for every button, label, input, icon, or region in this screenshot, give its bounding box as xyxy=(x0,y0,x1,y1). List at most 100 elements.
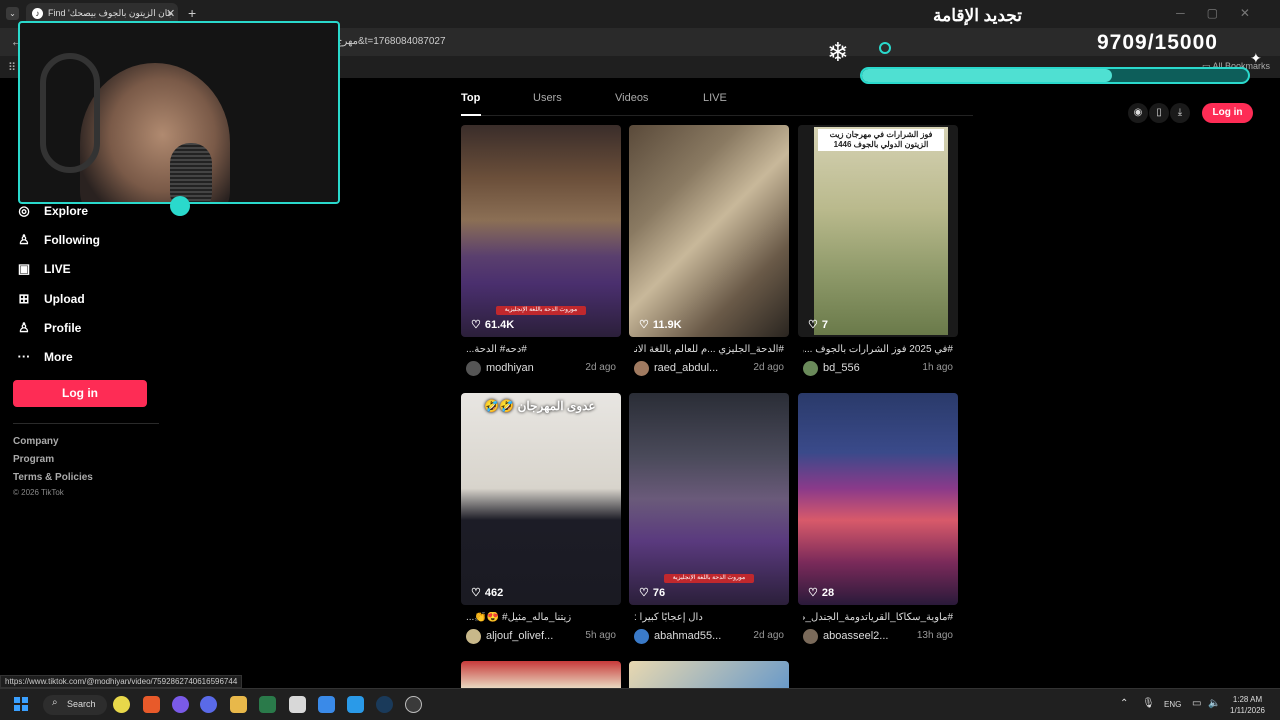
url-text[interactable]: مهرج&t=1768084087027 xyxy=(336,36,446,47)
close-tab-icon[interactable]: ✕ xyxy=(166,7,175,20)
steam-icon[interactable] xyxy=(376,696,393,713)
author-name[interactable]: modhiyan xyxy=(486,362,534,374)
video-thumbnail[interactable]: عدوى المهرجان 🤣🤣 ♡ 462 xyxy=(461,393,621,605)
file-explorer-icon[interactable] xyxy=(230,696,247,713)
footer-link-terms[interactable]: Terms & Policies xyxy=(13,472,93,483)
author-name[interactable]: raed_abdul... xyxy=(654,362,718,374)
video-caption[interactable]: #الدحة_الجليزي ...م للعالم باللغة الانجل… xyxy=(634,344,784,355)
avatar[interactable] xyxy=(466,629,481,644)
video-tag: موروث الدحة باللغة الإنجليزية xyxy=(664,574,754,583)
video-age: 2d ago xyxy=(753,630,784,641)
like-count-value: 76 xyxy=(652,586,666,599)
video-card[interactable]: ♡28 #ماوية_سكاكا_القرياتدومة_الجندل_طبرج… xyxy=(798,393,958,649)
video-thumbnail[interactable]: ♡ 28 xyxy=(798,393,958,605)
author-row: modhiyan 2d ago xyxy=(466,361,618,379)
notepad-icon[interactable] xyxy=(289,696,306,713)
tab-list-icon[interactable]: ⌄ xyxy=(6,7,19,20)
microphone-icon xyxy=(170,143,212,202)
author-name[interactable]: aboasseel2... xyxy=(823,630,888,642)
like-count-value: 462 xyxy=(484,586,504,599)
avatar[interactable] xyxy=(634,629,649,644)
video-caption[interactable]: دال إعجابًا كبيراً : xyxy=(634,612,784,623)
video-card[interactable]: موروث الدحة باللغة الإنجليزية ♡ 61.4K #دح… xyxy=(461,125,621,381)
sidebar-item-label: Following xyxy=(44,233,100,247)
tab-top[interactable]: Top xyxy=(461,92,480,104)
compass-icon: ◎ xyxy=(18,203,30,218)
microphone-tray-icon[interactable]: 🎙 xyxy=(1142,698,1155,709)
chrome-icon[interactable] xyxy=(113,696,130,713)
like-count-value: 28 xyxy=(821,586,835,599)
volume-icon[interactable]: 🔈 xyxy=(1208,698,1220,709)
tab-live[interactable]: LIVE xyxy=(703,92,727,104)
tab-videos[interactable]: Videos xyxy=(615,92,648,104)
sidebar-item-label: LIVE xyxy=(44,262,71,276)
discord-icon[interactable] xyxy=(200,696,217,713)
video-thumbnail[interactable]: موروث الدحة باللغة الإنجليزية ♡ 76 xyxy=(629,393,789,605)
excel-icon[interactable] xyxy=(259,696,276,713)
avatar[interactable] xyxy=(466,361,481,376)
device-icon[interactable]: ▯ xyxy=(1149,103,1169,123)
video-thumbnail[interactable]: ♡ 11.9K xyxy=(629,125,789,337)
video-thumbnail-partial[interactable] xyxy=(629,661,789,688)
video-thumbnail-partial[interactable] xyxy=(461,661,621,688)
tab-users[interactable]: Users xyxy=(533,92,562,104)
video-caption[interactable]: #ماوية_سكاكا_القرياتدومة_الجندل_طبرجل xyxy=(803,612,953,623)
coin-icon[interactable]: ◉ xyxy=(1128,103,1148,123)
video-card[interactable]: موروث الدحة باللغة الإنجليزية ♡ 76 دال إع… xyxy=(629,393,789,649)
heart-icon: ♡ xyxy=(639,319,649,331)
window-controls[interactable]: ─▢✕ xyxy=(1176,6,1272,20)
language-indicator[interactable]: ENG xyxy=(1164,700,1181,709)
brave-icon[interactable] xyxy=(143,696,160,713)
video-card[interactable]: ♡ 11.9K #الدحة_الجليزي ...م للعالم باللغة… xyxy=(629,125,789,381)
mail-icon[interactable] xyxy=(347,696,364,713)
new-tab-icon[interactable]: + xyxy=(188,5,196,21)
video-caption[interactable]: #دحه# الدحة... xyxy=(466,344,616,355)
login-button-header[interactable]: Log in xyxy=(1202,103,1253,123)
network-icon[interactable]: ▭ xyxy=(1192,698,1201,709)
sidebar-item-profile[interactable]: ♙ Profile xyxy=(16,320,81,336)
like-count: ♡ 11.9K xyxy=(639,318,682,332)
video-thumbnail[interactable]: موروث الدحة باللغة الإنجليزية ♡ 61.4K xyxy=(461,125,621,337)
author-name[interactable]: abahmad55... xyxy=(654,630,721,642)
certificate-image: فوز الشرارات في مهرجان زيت الزيتون الدول… xyxy=(814,127,948,335)
game-app-icon[interactable] xyxy=(172,696,189,713)
sidebar-item-label: Upload xyxy=(44,292,85,306)
sidebar-item-following[interactable]: ♙ Following xyxy=(16,232,100,248)
author-row: raed_abdul... 2d ago xyxy=(634,361,786,379)
clock[interactable]: 1:28 AM 1/11/2026 xyxy=(1230,694,1265,716)
sidebar-item-more[interactable]: ··· More xyxy=(16,349,73,364)
video-card[interactable]: فوز الشرارات في مهرجان زيت الزيتون الدول… xyxy=(798,125,958,381)
windows-start-icon[interactable] xyxy=(14,697,28,711)
footer-link-program[interactable]: Program xyxy=(13,454,54,465)
author-name[interactable]: bd_556 xyxy=(823,362,860,374)
sidebar-item-label: More xyxy=(44,349,73,364)
download-icon[interactable]: ⤓ xyxy=(1170,103,1190,123)
obs-icon[interactable] xyxy=(405,696,422,713)
video-caption[interactable]: #في 2025 فوز الشرارات بالجوف ...ون xyxy=(803,344,953,355)
tab-title: Find 'جان الزيتون بالجوف بيصحك xyxy=(48,8,174,18)
sidebar-item-label: Profile xyxy=(44,321,82,335)
video-caption[interactable]: زيتنا_ماله_مثيل# 😍👏... xyxy=(466,612,616,623)
login-button[interactable]: Log in xyxy=(13,380,147,407)
apps-icon[interactable]: ⠿ xyxy=(8,61,16,74)
avatar[interactable] xyxy=(803,629,818,644)
video-age: 13h ago xyxy=(916,630,953,641)
sparkle-icon: ✦ xyxy=(1250,50,1262,66)
video-card[interactable]: عدوى المهرجان 🤣🤣 ♡ 462 زيتنا_ماله_مثيل# 😍… xyxy=(461,393,621,649)
like-count: ♡ 61.4K xyxy=(471,318,514,332)
sidebar-item-live[interactable]: ▣ LIVE xyxy=(16,261,71,277)
app-window-icon[interactable] xyxy=(318,696,335,713)
avatar[interactable] xyxy=(803,361,818,376)
avatar[interactable] xyxy=(634,361,649,376)
sidebar-item-label: Explore xyxy=(44,204,89,218)
goal-progress-fill xyxy=(862,69,1112,82)
sidebar-item-upload[interactable]: ⊞ Upload xyxy=(16,291,85,307)
video-thumbnail[interactable]: فوز الشرارات في مهرجان زيت الزيتون الدول… xyxy=(798,125,958,337)
sidebar-item-explore[interactable]: ◎ Explore xyxy=(16,203,88,219)
footer-link-company[interactable]: Company xyxy=(13,436,59,447)
active-tab-indicator xyxy=(461,114,481,116)
overlay-goal-title: تجديد الإقامة xyxy=(933,6,1022,25)
author-name[interactable]: aljouf_olivef... xyxy=(486,630,553,642)
like-count-value: 11.9K xyxy=(652,318,682,331)
chevron-up-icon[interactable]: ⌃ xyxy=(1120,698,1128,709)
